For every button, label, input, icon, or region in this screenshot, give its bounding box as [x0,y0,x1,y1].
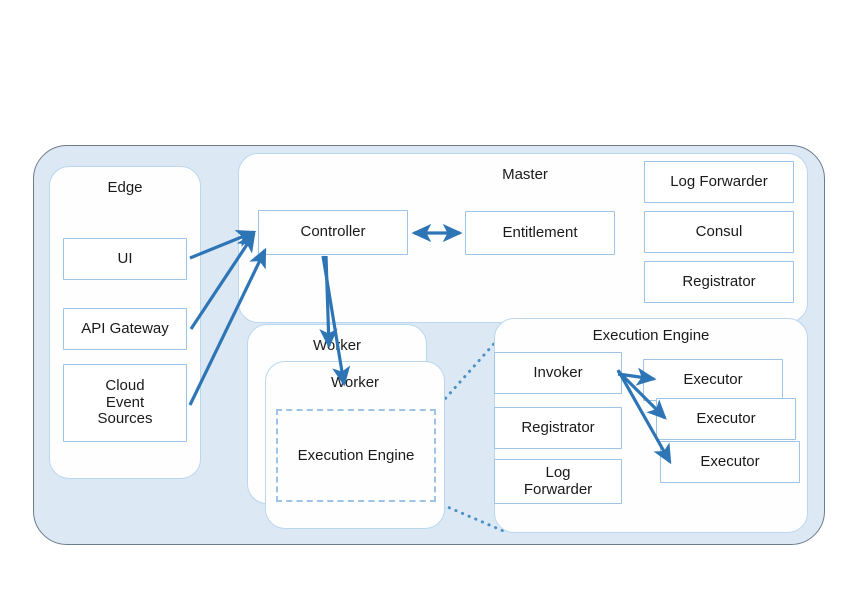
master-sidecar-log-forwarder[interactable]: Log Forwarder [644,161,794,203]
edge-group-label: Edge [107,179,143,196]
edge-node-api-gateway[interactable]: API Gateway [63,308,187,350]
executor-box-1[interactable]: Executor [643,359,783,401]
edge-node-cloud-event-sources-label: Cloud Event Sources [97,376,153,428]
execution-engine-node-registrator[interactable]: Registrator [494,407,622,449]
execution-engine-node-log-forwarder[interactable]: Log Forwarder [494,459,622,504]
master-node-entitlement[interactable]: Entitlement [465,211,615,255]
execution-engine-group-label: Execution Engine [592,327,710,344]
execution-engine-node-log-forwarder-label: Log Forwarder [523,463,593,498]
master-sidecar-registrator[interactable]: Registrator [644,261,794,303]
edge-node-ui[interactable]: UI [63,238,187,280]
worker-group-label-front: Worker [330,374,380,391]
execution-engine-node-invoker[interactable]: Invoker [494,352,622,394]
master-node-controller[interactable]: Controller [258,210,408,255]
executor-box-3[interactable]: Executor [660,441,800,483]
master-group-label: Master [502,166,548,183]
executor-box-2[interactable]: Executor [656,398,796,440]
edge-node-cloud-event-sources[interactable]: Cloud Event Sources [63,364,187,442]
architecture-diagram: Edge UI API Gateway Cloud Event Sources … [0,0,850,589]
worker-inner-execution-engine: Execution Engine [276,409,436,502]
worker-group-label-back: Worker [312,337,362,354]
master-sidecar-consul[interactable]: Consul [644,211,794,253]
